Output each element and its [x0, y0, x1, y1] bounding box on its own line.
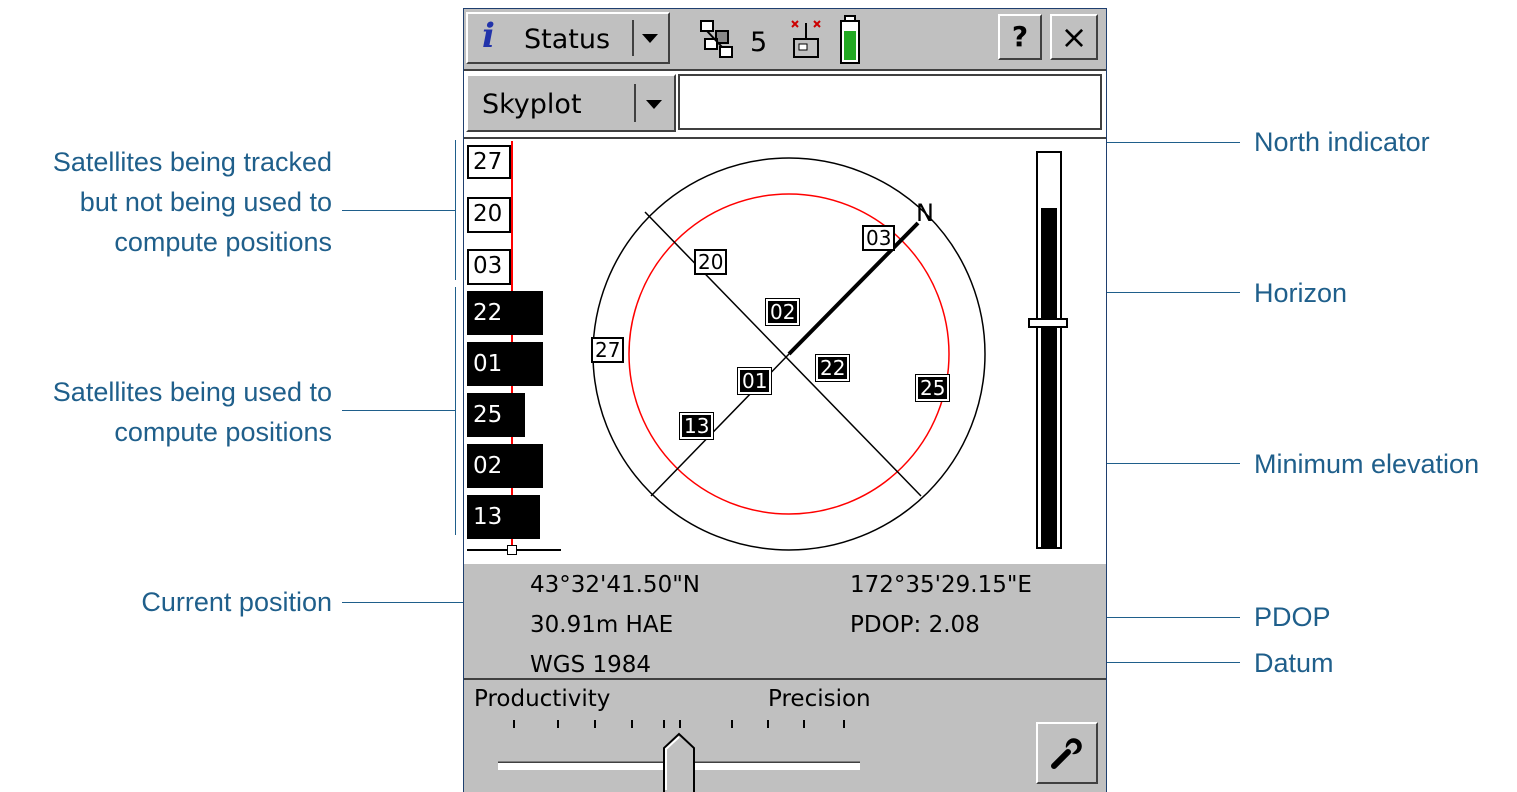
wrench-icon — [1051, 738, 1082, 769]
top-toolbar: i Status 5 ? × — [464, 9, 1106, 69]
sky-plot: N — [592, 157, 986, 551]
north-indicator-line — [787, 221, 920, 356]
view-dropdown-label: Skyplot — [482, 89, 582, 120]
close-icon: × — [1060, 18, 1088, 56]
callout-north-indicator: North indicator — [1254, 127, 1430, 157]
precision-slider-thumb[interactable] — [662, 732, 696, 792]
close-button[interactable]: × — [1050, 14, 1098, 60]
view-selector-frame — [678, 74, 1102, 130]
height-value: 30.91m HAE — [530, 612, 674, 638]
sky-satellite-marker[interactable]: 02 — [764, 298, 801, 326]
status-label: Status — [524, 24, 611, 55]
callout-tracked-satellites: Satellites being tracked but not being u… — [53, 142, 332, 262]
datum-value: WGS 1984 — [530, 652, 652, 678]
callout-current-position: Current position — [141, 587, 332, 617]
precision-slider-panel: Productivity Precision — [464, 680, 1106, 792]
callout-horizon: Horizon — [1254, 278, 1348, 308]
skyplot-panel: 27 20 03 22 01 25 02 13 N 03 20 27 02 22… — [464, 139, 1106, 557]
longitude-value: 172°35'29.15"E — [850, 572, 1032, 598]
sky-satellite-marker[interactable]: 01 — [736, 367, 773, 395]
elevation-mask-handle[interactable] — [1028, 318, 1068, 328]
settings-button[interactable] — [1036, 722, 1098, 784]
position-panel: 43°32'41.50"N 172°35'29.15"E 30.91m HAE … — [464, 564, 1106, 678]
info-icon: i — [482, 16, 495, 56]
dropdown-separator — [634, 84, 636, 122]
view-selector-row: Skyplot — [464, 71, 1106, 137]
status-dropdown[interactable]: i Status — [466, 12, 670, 64]
chevron-down-icon — [642, 34, 658, 43]
callout-datum: Datum — [1254, 648, 1334, 678]
sky-satellite-marker[interactable]: 25 — [914, 374, 951, 402]
view-dropdown[interactable]: Skyplot — [466, 74, 676, 132]
dropdown-separator — [632, 20, 634, 56]
sky-satellite-marker[interactable]: 03 — [862, 225, 896, 251]
plot-axis-nw-se — [644, 211, 922, 497]
callout-tracked-leader — [342, 210, 456, 211]
callout-used-bracket — [455, 287, 456, 535]
sky-satellite-marker[interactable]: 13 — [678, 412, 715, 440]
callout-used-line-1: Satellites being used to — [52, 377, 332, 407]
battery-icon — [840, 15, 860, 64]
pdop-value: PDOP: 2.08 — [850, 612, 980, 638]
radio-link-icon[interactable] — [788, 17, 826, 63]
callout-used-line-2: compute positions — [114, 417, 332, 447]
north-indicator-label: N — [916, 199, 934, 227]
callout-pdop: PDOP — [1254, 602, 1331, 632]
satellite-icon[interactable] — [696, 17, 742, 61]
chevron-down-icon — [646, 100, 662, 109]
callout-used-satellites: Satellites being used to compute positio… — [53, 372, 332, 452]
callout-tracked-bracket — [455, 140, 456, 280]
satellite-count: 5 — [750, 27, 768, 58]
device-screen: i Status 5 ? × Skyplot 27 20 03 22 01 25… — [463, 8, 1107, 792]
pdop-bar-fill — [1041, 208, 1057, 547]
sky-satellite-marker[interactable]: 20 — [694, 249, 728, 275]
callout-minimum-elevation: Minimum elevation — [1254, 449, 1480, 479]
callout-tracked-line-2: but not being used to — [79, 187, 332, 217]
sky-satellite-marker[interactable]: 27 — [591, 337, 625, 363]
sky-satellite-marker[interactable]: 22 — [814, 354, 851, 382]
callout-used-leader — [342, 410, 456, 411]
precision-slider-ticks — [513, 720, 845, 728]
callout-tracked-line-3: compute positions — [114, 227, 332, 257]
pdop-bar-track — [1036, 151, 1062, 549]
latitude-value: 43°32'41.50"N — [530, 572, 700, 598]
help-icon: ? — [1011, 20, 1029, 53]
help-button[interactable]: ? — [998, 14, 1042, 60]
callout-tracked-line-1: Satellites being tracked — [52, 147, 332, 177]
